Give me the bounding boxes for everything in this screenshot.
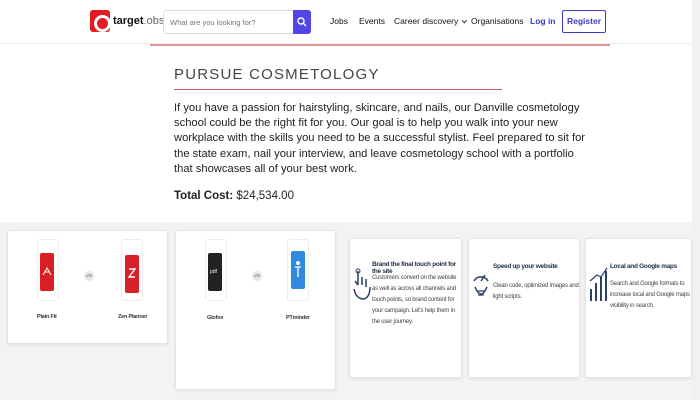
program-description: If you have a passion for hairstyling, s…: [174, 102, 586, 175]
ptminder-logo: [291, 251, 305, 289]
register-button[interactable]: Register: [562, 10, 606, 33]
search-box: [163, 10, 311, 34]
brand-logo[interactable]: target.obs: [90, 10, 164, 32]
comparison-left-name: Plain Fit: [37, 314, 57, 320]
login-link[interactable]: Log in: [530, 16, 556, 26]
vs-badge: VS: [84, 271, 94, 281]
feature-text: Clean code, optimized images and light s…: [493, 283, 579, 300]
nav-career-discovery[interactable]: Career discovery: [394, 16, 465, 26]
comparison-card[interactable]: pdf VS Glofox PTminder: [175, 230, 336, 390]
nav-jobs[interactable]: Jobs: [330, 16, 348, 26]
feature-card[interactable]: Speed up your website Clean code, optimi…: [468, 238, 580, 378]
hand-touch-icon: [353, 268, 371, 300]
feature-card[interactable]: Local and Google maps Search and Google …: [585, 238, 692, 378]
zen-planner-logo: [125, 255, 139, 293]
title-underline: [174, 89, 502, 90]
search-input[interactable]: [164, 11, 294, 33]
nav-events[interactable]: Events: [359, 16, 385, 26]
brand-name-suffix: .obs: [143, 15, 165, 27]
scrollbar-track[interactable]: [692, 0, 700, 400]
speed-gauge-icon: [473, 274, 489, 296]
growth-chart-icon: [589, 267, 608, 301]
brand-name: target: [113, 15, 144, 27]
total-cost: Total Cost: $24,534.00: [174, 190, 294, 202]
top-navigation-bar: target.obs Jobs Events Career discovery …: [0, 0, 700, 44]
feature-text: Customers convert on the website as well…: [372, 275, 457, 325]
svg-text:pdf: pdf: [210, 269, 218, 275]
comparison-right-name: Zen Planner: [118, 314, 148, 320]
divider: [150, 44, 610, 46]
comparison-left-name: Glofox: [207, 315, 224, 321]
comparison-right-name: PTminder: [286, 315, 310, 321]
plain-fit-logo: [40, 253, 54, 291]
search-icon: [297, 17, 307, 27]
feature-title: Speed up your website: [493, 263, 558, 270]
total-cost-label: Total Cost:: [174, 190, 234, 202]
nav-organisations[interactable]: Organisations: [471, 16, 523, 26]
glofox-logo: pdf: [208, 253, 222, 291]
feature-text: Search and Google formats to increase lo…: [610, 281, 690, 309]
feature-title: Local and Google maps: [610, 263, 678, 270]
total-cost-value: $24,534.00: [236, 190, 294, 202]
search-button[interactable]: [293, 10, 311, 34]
feature-card[interactable]: Brand the final touch point for the site…: [349, 238, 462, 378]
vs-badge: VS: [252, 271, 262, 281]
page-title: PURSUE COSMETOLOGY: [174, 66, 380, 83]
nav-career-discovery-label: Career discovery: [394, 16, 459, 26]
comparison-card[interactable]: VS Plain Fit Zen Planner: [7, 230, 168, 344]
target-logo-icon: [90, 10, 111, 32]
